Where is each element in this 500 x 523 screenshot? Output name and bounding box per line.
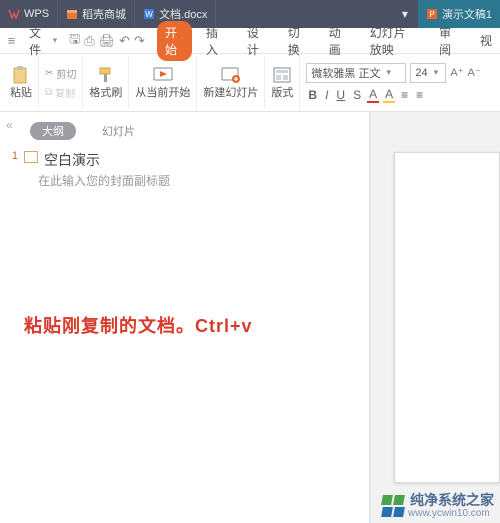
print-preview-icon[interactable]: ⎙ bbox=[84, 33, 94, 49]
decrease-font-icon[interactable]: A⁻ bbox=[468, 66, 481, 79]
quick-access-toolbar: 🖫 ⎙ 🖨 ↶ ↷ bbox=[63, 30, 151, 52]
outline-tab[interactable]: 大纲 bbox=[30, 122, 76, 140]
cut-label: 剪切 bbox=[56, 66, 76, 81]
cut-icon: ✂ bbox=[45, 68, 53, 79]
watermark-url: www.ycwin10.com bbox=[408, 508, 494, 519]
outline-slide-1[interactable]: 1 空白演示 bbox=[0, 144, 369, 172]
slide-subtitle: 在此输入您的封面副标题 bbox=[0, 172, 369, 189]
collapse-pane-button[interactable]: « bbox=[6, 118, 13, 132]
copy-icon: ⧉ bbox=[45, 87, 52, 98]
slide-title: 空白演示 bbox=[44, 150, 100, 170]
format-painter-icon bbox=[95, 65, 117, 85]
save-icon[interactable]: 🖫 bbox=[69, 30, 80, 52]
watermark-name: 纯净系统之家 bbox=[410, 493, 494, 508]
app-name: WPS bbox=[24, 8, 49, 20]
file-menu[interactable]: 文件 ▾ bbox=[23, 24, 63, 58]
tab-view[interactable]: 视 bbox=[472, 29, 500, 52]
svg-text:P: P bbox=[429, 10, 434, 19]
slide-number: 1 bbox=[8, 150, 18, 162]
underline-button[interactable]: U bbox=[334, 88, 347, 102]
slide-page[interactable] bbox=[394, 152, 500, 483]
menu-icon: ▾ bbox=[402, 7, 408, 21]
layout-button[interactable]: 版式 bbox=[265, 56, 300, 109]
font-color-button[interactable]: A bbox=[367, 87, 379, 103]
chevron-down-icon: ▾ bbox=[53, 35, 58, 46]
paste-group[interactable]: 粘贴 bbox=[4, 56, 39, 109]
italic-button[interactable]: I bbox=[323, 88, 330, 102]
tab-insert[interactable]: 插入 bbox=[198, 21, 233, 61]
font-size-value: 24 bbox=[415, 67, 427, 79]
new-slide-icon bbox=[220, 65, 242, 85]
tab-start[interactable]: 开始 bbox=[157, 21, 192, 61]
ribbon: 粘贴 ✂ 剪切 ⧉ 复制 格式刷 从当前开始 新建幻灯片 版式 bbox=[0, 54, 500, 112]
font-group: 微软雅黑 正文 ▾ 24 ▾ A⁺ A⁻ B I U S A A ≡ ≡ bbox=[300, 59, 486, 107]
undo-icon[interactable]: ↶ bbox=[119, 33, 130, 49]
work-area: « 大纲 幻灯片 1 空白演示 在此输入您的封面副标题 粘贴刚复制的文档。Ctr… bbox=[0, 112, 500, 523]
from-beginning-button[interactable]: 从当前开始 bbox=[129, 56, 197, 109]
tab-design[interactable]: 设计 bbox=[239, 21, 274, 61]
chevron-down-icon: ▾ bbox=[434, 67, 439, 78]
align-center-icon[interactable]: ≡ bbox=[414, 88, 425, 102]
new-slide-button[interactable]: 新建幻灯片 bbox=[197, 56, 265, 109]
layout-icon bbox=[271, 65, 293, 85]
font-name-select[interactable]: 微软雅黑 正文 ▾ bbox=[306, 63, 406, 83]
tab-review[interactable]: 审阅 bbox=[431, 21, 466, 61]
highlight-button[interactable]: A bbox=[383, 87, 395, 103]
format-painter-button[interactable]: 格式刷 bbox=[83, 56, 129, 109]
new-slide-label: 新建幻灯片 bbox=[203, 87, 258, 100]
hamburger-icon: ≡ bbox=[8, 33, 16, 48]
home-button[interactable]: ≡ bbox=[0, 33, 23, 48]
copy-button[interactable]: ⧉ 复制 bbox=[45, 85, 75, 100]
print-icon[interactable]: 🖨 bbox=[99, 33, 116, 49]
slide-thumb-icon bbox=[24, 151, 38, 163]
cut-button[interactable]: ✂ 剪切 bbox=[45, 66, 76, 81]
svg-text:W: W bbox=[145, 10, 153, 19]
strike-button[interactable]: S bbox=[351, 88, 363, 102]
slides-tab[interactable]: 幻灯片 bbox=[90, 122, 147, 140]
tab-transition[interactable]: 切换 bbox=[280, 21, 315, 61]
watermark-logo-icon bbox=[382, 495, 404, 517]
word-icon: W bbox=[143, 8, 155, 20]
format-painter-label: 格式刷 bbox=[89, 87, 122, 100]
ppt-icon: P bbox=[426, 8, 438, 20]
paste-label: 粘贴 bbox=[10, 87, 32, 100]
from-beginning-label: 从当前开始 bbox=[135, 87, 190, 100]
paste-icon bbox=[10, 65, 32, 85]
menu-tabs: 开始 插入 设计 切换 动画 幻灯片放映 审阅 视 bbox=[157, 21, 500, 61]
annotation-text: 粘贴刚复制的文档。Ctrl+v bbox=[24, 312, 253, 338]
menu-bar: ≡ 文件 ▾ 🖫 ⎙ 🖨 ↶ ↷ 开始 插入 设计 切换 动画 幻灯片放映 审阅… bbox=[0, 28, 500, 54]
slide-canvas[interactable] bbox=[370, 112, 500, 523]
chevron-down-icon: ▾ bbox=[386, 67, 391, 78]
clipboard-small: ✂ 剪切 ⧉ 复制 bbox=[39, 56, 83, 109]
font-size-select[interactable]: 24 ▾ bbox=[410, 63, 446, 83]
outline-tabs: 大纲 幻灯片 bbox=[0, 118, 369, 144]
tab-store-label: 稻壳商城 bbox=[82, 6, 126, 22]
file-label: 文件 bbox=[29, 24, 50, 58]
outline-pane: « 大纲 幻灯片 1 空白演示 在此输入您的封面副标题 粘贴刚复制的文档。Ctr… bbox=[0, 112, 370, 523]
wps-logo-icon bbox=[8, 8, 20, 20]
redo-icon[interactable]: ↷ bbox=[134, 33, 145, 49]
layout-label: 版式 bbox=[271, 87, 293, 100]
font-name-value: 微软雅黑 正文 bbox=[311, 65, 380, 81]
play-icon bbox=[152, 65, 174, 85]
align-left-icon[interactable]: ≡ bbox=[399, 88, 410, 102]
store-icon bbox=[66, 8, 78, 20]
tab-animation[interactable]: 动画 bbox=[321, 21, 356, 61]
tab-store[interactable]: 稻壳商城 bbox=[58, 0, 135, 28]
copy-label: 复制 bbox=[55, 85, 75, 100]
watermark: 纯净系统之家 www.ycwin10.com bbox=[382, 493, 494, 519]
bold-button[interactable]: B bbox=[306, 88, 319, 102]
tab-slideshow[interactable]: 幻灯片放映 bbox=[362, 21, 425, 61]
increase-font-icon[interactable]: A⁺ bbox=[450, 66, 463, 79]
